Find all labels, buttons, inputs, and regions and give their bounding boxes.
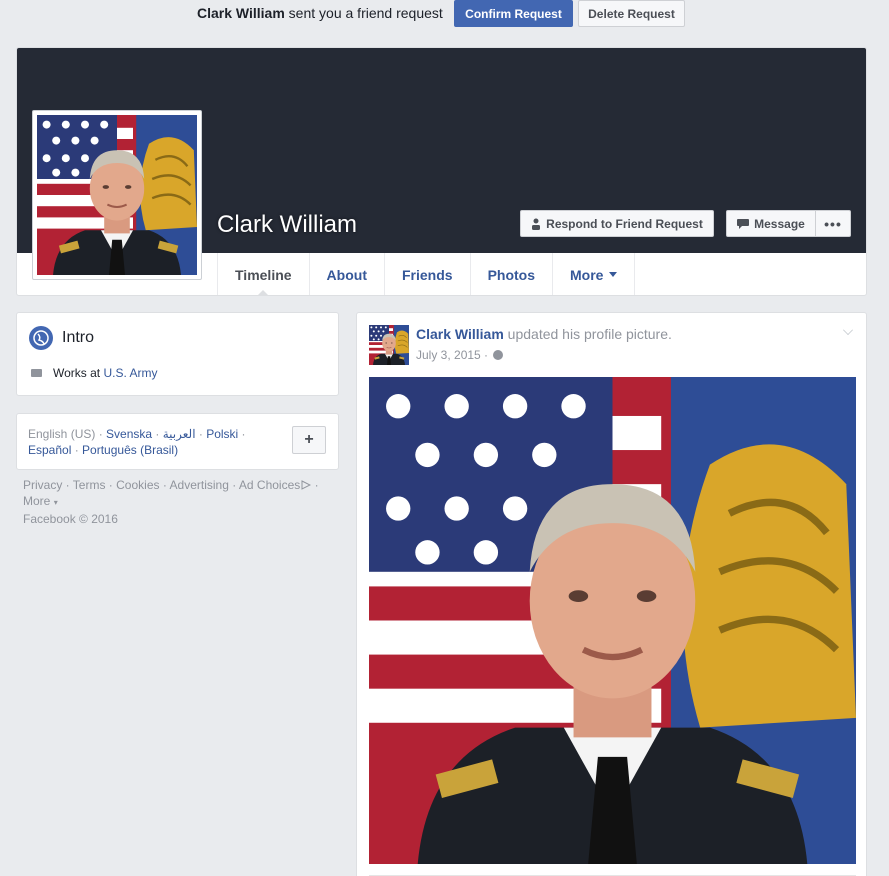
respond-label: Respond to Friend Request [546, 216, 703, 231]
language-link[interactable]: العربية [163, 427, 196, 441]
footer-link[interactable]: More [23, 494, 50, 508]
footer-link[interactable]: Advertising [170, 478, 229, 492]
language-link[interactable]: Polski [206, 427, 238, 441]
add-language-button[interactable]: + [292, 426, 326, 454]
tab-label: More [570, 266, 604, 283]
tab-label: Timeline [235, 266, 292, 283]
footer-links: Privacy · Terms · Cookies · Advertising … [23, 478, 319, 526]
language-link[interactable]: Português (Brasil) [82, 443, 178, 457]
post-date[interactable]: July 3, 2015 [416, 348, 481, 362]
chevron-down-icon [609, 272, 618, 277]
footer-link[interactable]: Ad Choices [239, 478, 300, 492]
post-author-avatar[interactable] [369, 325, 409, 365]
profile-portrait-image [37, 115, 197, 275]
tab-label: Photos [487, 266, 536, 283]
request-message: sent you a friend request [284, 5, 443, 21]
intro-title: Intro [62, 329, 95, 346]
post-meta: July 3, 2015 · [416, 348, 504, 362]
delete-request-button[interactable]: Delete Request [578, 0, 685, 27]
meta-separator: · [480, 348, 492, 362]
tab-more[interactable]: More [552, 253, 636, 295]
more-options-button[interactable]: ••• [815, 210, 851, 237]
tab-about[interactable]: About [308, 253, 384, 295]
chevron-down-icon: ▾ [53, 498, 58, 507]
intro-card: Intro Works at U.S. Army [16, 312, 339, 396]
tab-label: Friends [401, 266, 453, 283]
language-link[interactable]: Español [28, 443, 71, 457]
add-friend-icon [532, 218, 541, 230]
profile-name[interactable]: Clark William [217, 211, 357, 239]
profile-tabs: Timeline About Friends Photos More [217, 253, 636, 295]
language-link[interactable]: Svenska [106, 427, 152, 441]
confirm-request-button[interactable]: Confirm Request [454, 0, 573, 27]
tab-photos[interactable]: Photos [469, 253, 552, 295]
tab-label: About [326, 266, 367, 283]
public-globe-icon[interactable] [493, 350, 504, 360]
friend-request-bar: Clark William sent you a friend request … [0, 0, 889, 30]
timeline-post: Clark William updated his profile pictur… [356, 312, 867, 876]
ad-choices-icon [301, 480, 312, 490]
friend-request-text: Clark William sent you a friend request [197, 5, 443, 21]
current-language: English (US) [28, 427, 96, 441]
avatar-image [369, 325, 409, 365]
message-button[interactable]: Message [726, 210, 816, 237]
briefcase-icon [31, 369, 42, 377]
post-photo[interactable] [369, 377, 856, 864]
globe-icon [29, 326, 53, 350]
post-portrait-image [369, 377, 856, 864]
footer-link[interactable]: Terms [73, 478, 106, 492]
post-action: updated his profile picture. [503, 326, 672, 342]
message-icon [737, 218, 750, 229]
post-author-link[interactable]: Clark William [416, 326, 504, 342]
profile-header: Clark William Respond to Friend Request … [16, 47, 867, 296]
request-sender: Clark William [197, 5, 285, 21]
message-label: Message [754, 216, 805, 231]
footer-link[interactable]: Cookies [116, 478, 159, 492]
tab-friends[interactable]: Friends [383, 253, 470, 295]
language-card: English (US) · Svenska · العربية · Polsk… [16, 413, 339, 470]
language-list: English (US) · Svenska · العربية · Polsk… [28, 427, 246, 457]
post-header: Clark William updated his profile pictur… [416, 326, 672, 342]
work-info: Works at U.S. Army [53, 366, 157, 380]
footer-link[interactable]: Privacy [23, 478, 62, 492]
work-place-link[interactable]: U.S. Army [103, 366, 157, 380]
work-prefix: Works at [53, 366, 104, 380]
copyright: Facebook © 2016 [23, 512, 118, 526]
respond-friend-request-button[interactable]: Respond to Friend Request [520, 210, 714, 237]
tab-timeline[interactable]: Timeline [217, 253, 309, 295]
profile-picture[interactable] [32, 110, 202, 280]
post-options-chevron-icon[interactable] [843, 325, 853, 335]
